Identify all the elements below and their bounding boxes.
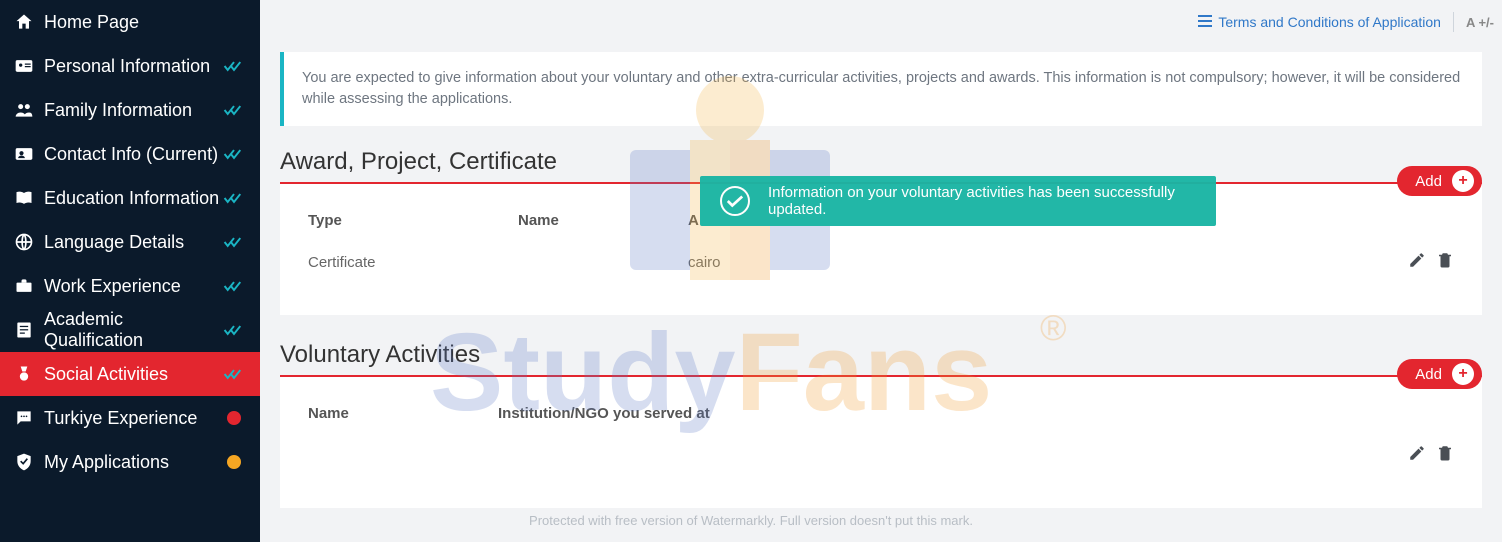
delete-icon[interactable] bbox=[1436, 444, 1454, 466]
edit-icon[interactable] bbox=[1408, 251, 1426, 273]
people-icon bbox=[14, 100, 44, 120]
briefcase-icon bbox=[14, 276, 44, 296]
panel-title: Voluntary Activities bbox=[280, 341, 480, 369]
row-actions bbox=[1408, 444, 1454, 466]
status-done-icon bbox=[222, 367, 246, 381]
row-actions bbox=[1408, 251, 1454, 273]
globe-icon bbox=[14, 232, 44, 252]
voluntary-panel: Voluntary Activities Add + Name Institut… bbox=[280, 339, 1482, 508]
table-row: Certificate cairo bbox=[300, 239, 1462, 285]
sidebar-item-label: Social Activities bbox=[44, 364, 222, 385]
sidebar-item-label: Education Information bbox=[44, 188, 222, 209]
book-icon bbox=[14, 188, 44, 208]
sidebar-item-personal[interactable]: Personal Information bbox=[0, 44, 260, 88]
table-row bbox=[300, 432, 1462, 478]
edit-icon[interactable] bbox=[1408, 444, 1426, 466]
panel-title: Award, Project, Certificate bbox=[280, 148, 557, 176]
medal-icon bbox=[14, 364, 44, 384]
cell-award: cairo bbox=[688, 254, 1408, 271]
plus-icon: + bbox=[1452, 363, 1474, 385]
sidebar-item-label: Academic Qualification bbox=[44, 309, 222, 351]
sidebar-item-label: Family Information bbox=[44, 100, 222, 121]
divider bbox=[1453, 12, 1454, 32]
voluntary-panel-header: Voluntary Activities Add + bbox=[280, 339, 1482, 377]
cell-type: Certificate bbox=[308, 254, 518, 271]
delete-icon[interactable] bbox=[1436, 251, 1454, 273]
sidebar-item-applications[interactable]: My Applications bbox=[0, 440, 260, 484]
sidebar-item-label: Contact Info (Current) bbox=[44, 144, 222, 165]
home-icon bbox=[14, 12, 44, 32]
sidebar-item-social[interactable]: Social Activities bbox=[0, 352, 260, 396]
shield-check-icon bbox=[14, 452, 44, 472]
contact-card-icon bbox=[14, 144, 44, 164]
list-icon bbox=[1198, 14, 1212, 30]
status-done-icon bbox=[222, 147, 246, 161]
voluntary-table: Name Institution/NGO you served at bbox=[280, 377, 1482, 508]
check-circle-icon bbox=[720, 186, 750, 216]
col-inst: Institution/NGO you served at bbox=[498, 405, 1454, 422]
status-done-icon bbox=[222, 235, 246, 249]
sidebar-item-label: Work Experience bbox=[44, 276, 222, 297]
status-done-icon bbox=[222, 191, 246, 205]
sidebar-item-family[interactable]: Family Information bbox=[0, 88, 260, 132]
status-done-icon bbox=[222, 279, 246, 293]
sidebar-item-label: Personal Information bbox=[44, 56, 222, 77]
sidebar-item-language[interactable]: Language Details bbox=[0, 220, 260, 264]
sidebar-item-label: Language Details bbox=[44, 232, 222, 253]
status-alert-icon bbox=[222, 411, 246, 425]
add-voluntary-button[interactable]: Add + bbox=[1397, 359, 1482, 389]
chat-icon bbox=[14, 408, 44, 428]
status-done-icon bbox=[222, 323, 246, 337]
terms-link[interactable]: Terms and Conditions of Application bbox=[1198, 14, 1441, 30]
sidebar-item-label: Home Page bbox=[44, 12, 222, 33]
add-button-label: Add bbox=[1415, 173, 1442, 190]
col-vname: Name bbox=[308, 405, 498, 422]
info-banner: You are expected to give information abo… bbox=[280, 52, 1482, 126]
col-name: Name bbox=[518, 212, 688, 229]
status-warning-icon bbox=[222, 455, 246, 469]
sidebar-item-home[interactable]: Home Page bbox=[0, 0, 260, 44]
col-type: Type bbox=[308, 212, 518, 229]
document-icon bbox=[14, 320, 44, 340]
terms-link-label: Terms and Conditions of Application bbox=[1218, 14, 1441, 30]
plus-icon: + bbox=[1452, 170, 1474, 192]
success-toast: Information on your voluntary activities… bbox=[700, 176, 1216, 226]
sidebar-item-label: Turkiye Experience bbox=[44, 408, 222, 429]
sidebar-item-work[interactable]: Work Experience bbox=[0, 264, 260, 308]
main-content: Terms and Conditions of Application A +/… bbox=[260, 0, 1502, 542]
status-done-icon bbox=[222, 103, 246, 117]
topbar: Terms and Conditions of Application A +/… bbox=[260, 0, 1502, 44]
id-card-icon bbox=[14, 56, 44, 76]
sidebar-item-turkiye[interactable]: Turkiye Experience bbox=[0, 396, 260, 440]
sidebar: Home Page Personal Information Family In… bbox=[0, 0, 260, 542]
font-size-toggle[interactable]: A +/- bbox=[1466, 15, 1494, 30]
add-button-label: Add bbox=[1415, 366, 1442, 383]
awards-panel: Award, Project, Certificate Add + Type N… bbox=[280, 146, 1482, 315]
voluntary-table-header: Name Institution/NGO you served at bbox=[300, 395, 1462, 432]
sidebar-item-contact[interactable]: Contact Info (Current) bbox=[0, 132, 260, 176]
sidebar-item-label: My Applications bbox=[44, 452, 222, 473]
toast-message: Information on your voluntary activities… bbox=[768, 184, 1196, 218]
add-award-button[interactable]: Add + bbox=[1397, 166, 1482, 196]
sidebar-item-academic[interactable]: Academic Qualification bbox=[0, 308, 260, 352]
status-done-icon bbox=[222, 59, 246, 73]
sidebar-item-education[interactable]: Education Information bbox=[0, 176, 260, 220]
